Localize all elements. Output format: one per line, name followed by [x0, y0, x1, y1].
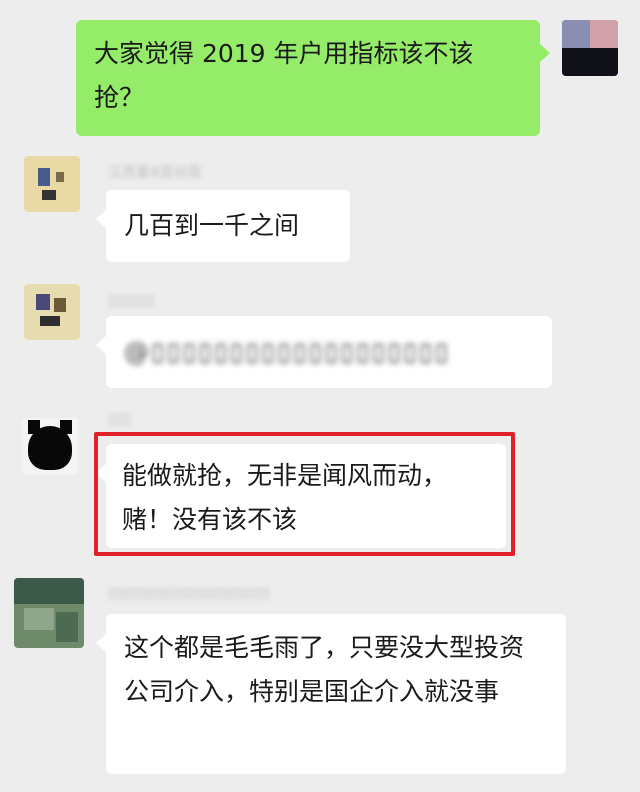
sender-name: ▯▯▯ [108, 411, 132, 427]
sender-avatar[interactable] [22, 418, 78, 474]
chat-view: 大家觉得 2019 年户用指标该不该抢？ 江苏爱X百分百 几百到一千之间 ▯▯▯… [0, 0, 640, 792]
sender-name: 江苏爱X百分百 [108, 165, 202, 181]
highlight-box [94, 432, 515, 556]
sender-avatar[interactable] [14, 578, 84, 648]
message-text: 这个都是毛毛雨了，只要没大型投资公司介入，特别是国企介入就没事 [124, 633, 525, 706]
message-bubble[interactable]: 几百到一千之间 [96, 190, 350, 262]
sender-name: ▯▯▯▯▯▯▯▯▯▯▯▯▯▯▯▯▯▯▯▯▯ [108, 585, 270, 601]
sender-avatar[interactable] [24, 284, 80, 340]
message-bubble[interactable]: @▯▯▯▯▯▯▯▯▯▯▯▯▯▯▯▯▯▯▯ [96, 316, 552, 388]
message-text: @▯▯▯▯▯▯▯▯▯▯▯▯▯▯▯▯▯▯▯ [124, 337, 451, 366]
message-text: 几百到一千之间 [124, 211, 300, 240]
message-bubble-outgoing[interactable]: 大家觉得 2019 年户用指标该不该抢？ [76, 20, 550, 136]
sender-name: ▯▯▯▯▯▯ [108, 293, 155, 309]
my-avatar[interactable] [562, 20, 618, 76]
message-bubble[interactable]: 这个都是毛毛雨了，只要没大型投资公司介入，特别是国企介入就没事 [96, 614, 566, 774]
sender-avatar[interactable] [24, 156, 80, 212]
message-text: 大家觉得 2019 年户用指标该不该抢？ [94, 39, 474, 112]
